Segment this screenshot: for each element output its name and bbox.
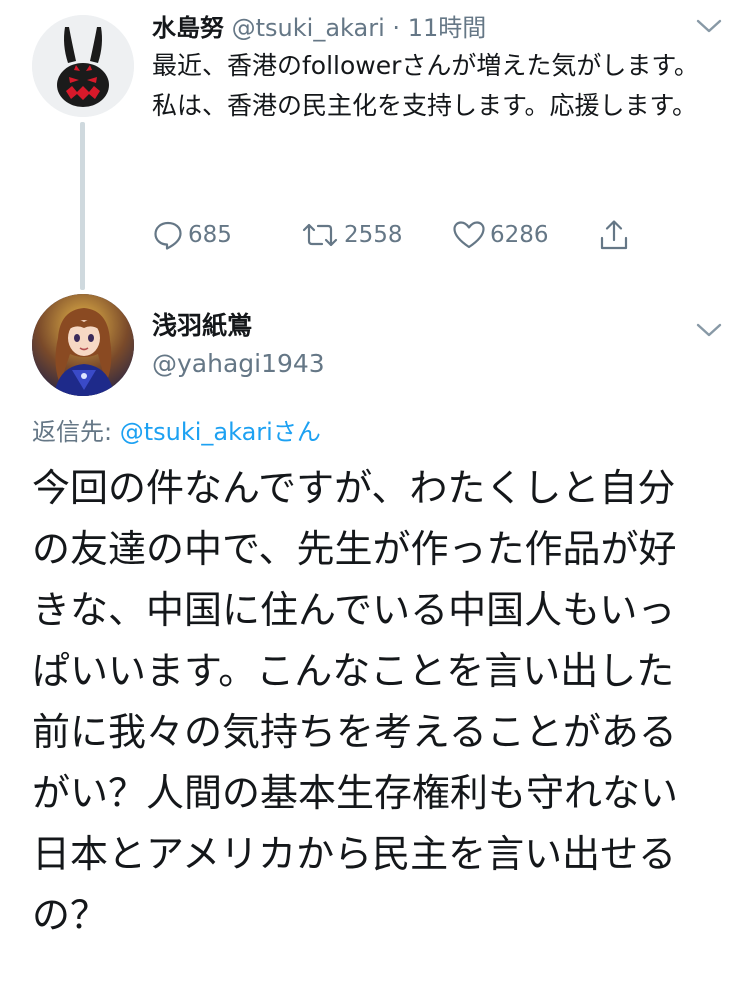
display-name[interactable]: 水島努 bbox=[152, 14, 224, 42]
user-handle[interactable]: @yahagi1943 bbox=[152, 346, 325, 382]
share-icon bbox=[600, 220, 628, 250]
like-count: 6286 bbox=[490, 222, 549, 248]
reply-to-user-link[interactable]: @tsuki_akariさん bbox=[120, 418, 321, 446]
share-button[interactable] bbox=[598, 214, 634, 256]
tweet-text-line: 最近、香港のfollowerさんが増えた気がします。 bbox=[152, 51, 699, 80]
avatar[interactable] bbox=[32, 15, 134, 117]
reply-icon bbox=[154, 221, 182, 250]
reply-to-prefix: 返信先: bbox=[32, 418, 120, 446]
tweet-actions: 685 2558 6286 bbox=[152, 214, 652, 256]
retweet-button[interactable]: 2558 bbox=[300, 214, 403, 256]
heart-icon bbox=[453, 221, 485, 249]
timestamp[interactable]: 11時間 bbox=[408, 14, 487, 42]
retweet-count: 2558 bbox=[344, 222, 403, 248]
reply-count: 685 bbox=[188, 222, 232, 248]
bunny-avatar-icon bbox=[32, 15, 134, 117]
like-button[interactable]: 6286 bbox=[452, 214, 549, 256]
replying-to: 返信先: @tsuki_akariさん bbox=[32, 414, 321, 450]
tweet-text: 今回の件なんですが、わたくしと自分の友達の中で、先生が作った作品が好きな、中国に… bbox=[32, 466, 679, 937]
thread-connector-line bbox=[80, 122, 85, 290]
chevron-down-icon[interactable] bbox=[696, 18, 722, 34]
tweet-text: 最近、香港のfollowerさんが増えた気がします。 私は、香港の民主化を支持し… bbox=[152, 46, 727, 126]
display-name[interactable]: 浅羽紙鴬 bbox=[152, 308, 252, 344]
reply-button[interactable]: 685 bbox=[152, 214, 232, 256]
retweet-icon bbox=[302, 223, 338, 247]
tweet-text-line: 私は、香港の民主化を支持します。応援します。 bbox=[152, 91, 698, 120]
tweet-header: 水島努 @tsuki_akari · 11時間 bbox=[152, 10, 486, 46]
anime-character-avatar-icon bbox=[32, 294, 134, 396]
chevron-down-icon[interactable] bbox=[696, 322, 722, 338]
user-handle[interactable]: @tsuki_akari bbox=[232, 14, 385, 42]
separator: · bbox=[392, 14, 401, 42]
avatar[interactable] bbox=[32, 294, 134, 396]
